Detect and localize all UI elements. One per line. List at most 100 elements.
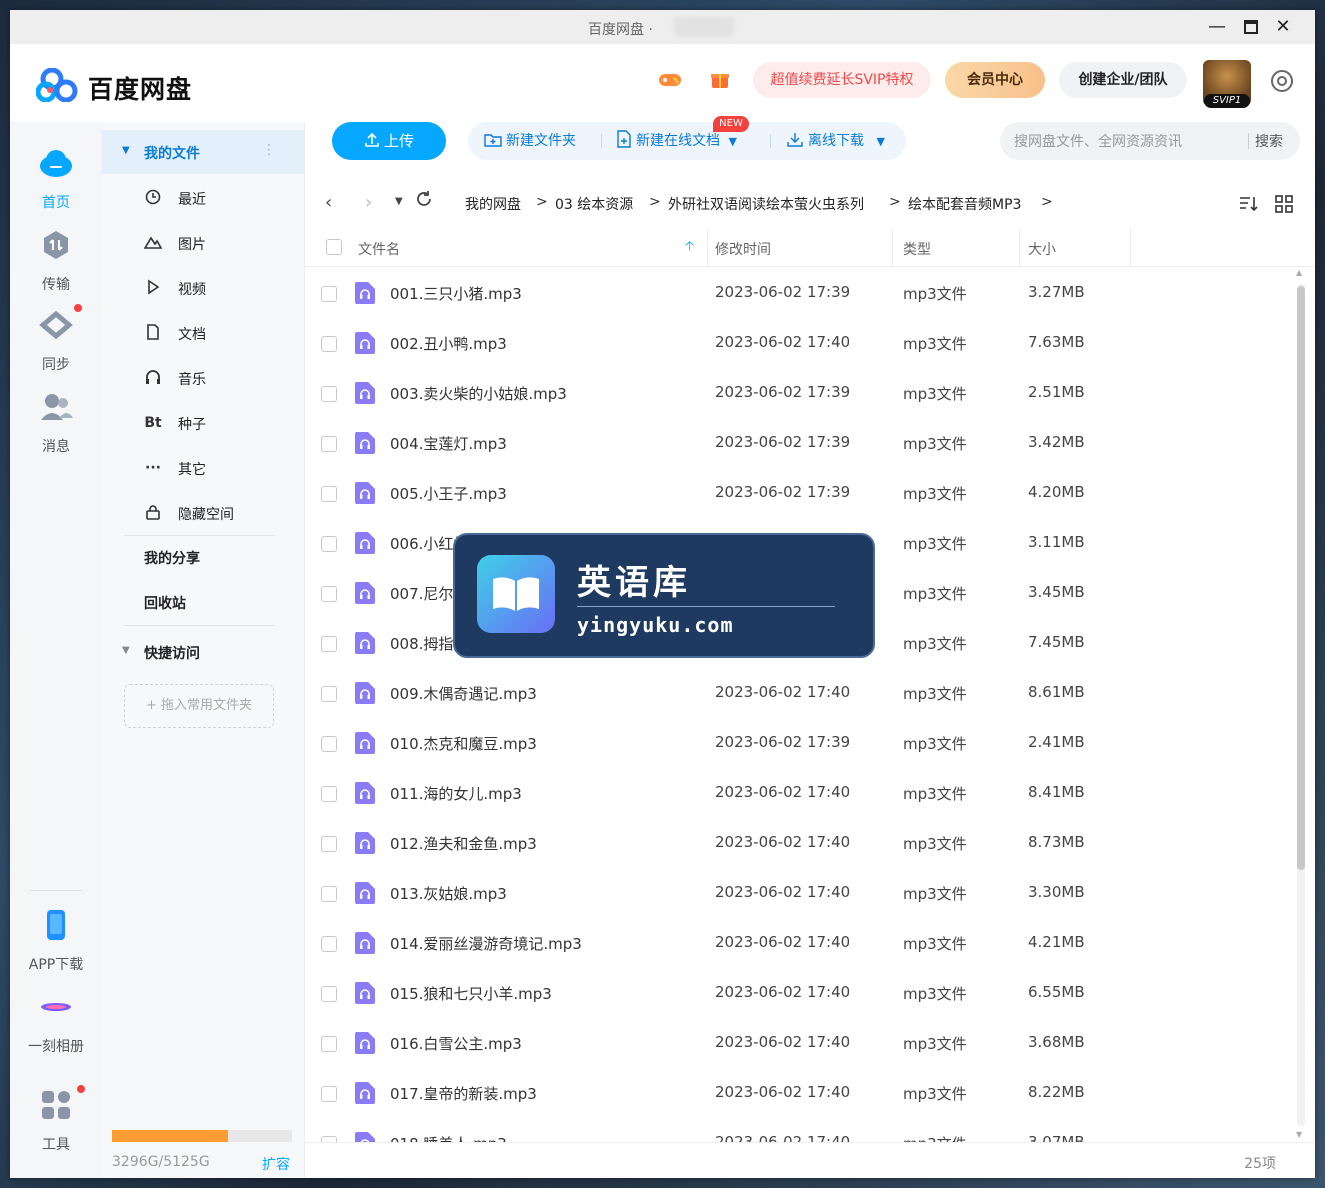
table-row[interactable]: 005.小王子.mp3 2023-06-02 17:39 mp3文件 4.20MB <box>305 468 1295 518</box>
nav-torrents[interactable]: Bt 种子 <box>102 401 304 445</box>
scroll-thumb[interactable] <box>1297 286 1305 870</box>
table-row[interactable]: 012.渔夫和金鱼.mp3 2023-06-02 17:40 mp3文件 8.73MB <box>305 818 1295 868</box>
game-controller-icon[interactable] <box>655 68 685 98</box>
file-name[interactable]: 003.卖火柴的小姑娘.mp3 <box>390 383 567 404</box>
row-checkbox[interactable] <box>321 636 337 652</box>
close-icon[interactable]: ✕ <box>1271 16 1295 38</box>
gift-icon[interactable] <box>705 68 735 98</box>
table-row[interactable]: 010.杰克和魔豆.mp3 2023-06-02 17:39 mp3文件 2.41MB <box>305 718 1295 768</box>
select-all-checkbox[interactable] <box>326 239 342 255</box>
row-checkbox[interactable] <box>321 786 337 802</box>
more-vertical-icon[interactable]: ⋮ <box>262 142 276 158</box>
forward-arrow-icon[interactable]: › <box>365 192 372 213</box>
table-row[interactable]: 003.卖火柴的小姑娘.mp3 2023-06-02 17:39 mp3文件 2.51… <box>305 368 1295 418</box>
avatar[interactable]: SVIP1 <box>1203 60 1251 108</box>
row-checkbox[interactable] <box>321 836 337 852</box>
search-input[interactable] <box>1012 131 1244 153</box>
row-checkbox[interactable] <box>321 686 337 702</box>
file-name[interactable]: 012.渔夫和金鱼.mp3 <box>390 833 537 854</box>
column-header-name[interactable]: 文件名 <box>358 239 400 259</box>
row-checkbox[interactable] <box>321 286 337 302</box>
table-row[interactable]: 011.海的女儿.mp3 2023-06-02 17:40 mp3文件 8.41MB <box>305 768 1295 818</box>
file-name[interactable]: 013.灰姑娘.mp3 <box>390 883 507 904</box>
file-name[interactable]: 011.海的女儿.mp3 <box>390 783 522 804</box>
add-favorite-folder-dropzone[interactable]: + 拖入常用文件夹 <box>124 684 274 728</box>
maximize-icon[interactable] <box>1239 16 1263 38</box>
search-button[interactable]: 搜索 <box>1255 131 1283 151</box>
settings-icon[interactable] <box>1269 68 1295 94</box>
create-enterprise-button[interactable]: 创建企业/团队 <box>1059 62 1187 98</box>
table-row[interactable]: 018.睡美人.mp3 2023-06-02 17:40 mp3文件 3.07MB <box>305 1118 1295 1142</box>
refresh-icon[interactable] <box>415 190 433 213</box>
svip-renew-button[interactable]: 超值续费延长SVIP特权 <box>753 62 931 98</box>
rail-item-app-download[interactable]: APP下载 <box>10 908 102 974</box>
row-checkbox[interactable] <box>321 436 337 452</box>
minimize-icon[interactable]: — <box>1205 16 1229 38</box>
breadcrumb-item[interactable]: 我的网盘 <box>465 194 521 214</box>
history-dropdown-icon[interactable]: ▼ <box>395 196 403 207</box>
rail-item-messages[interactable]: 消息 <box>10 390 102 456</box>
grid-view-icon[interactable] <box>1274 194 1294 214</box>
file-name[interactable]: 018.睡美人.mp3 <box>390 1133 507 1142</box>
nav-my-files[interactable]: ▼ 我的文件 ⋮ <box>102 130 304 174</box>
column-header-size[interactable]: 大小 <box>1028 239 1056 259</box>
nav-hidden-space[interactable]: 隐藏空间 <box>102 491 304 535</box>
table-row[interactable]: 015.狼和七只小羊.mp3 2023-06-02 17:40 mp3文件 6.55M… <box>305 968 1295 1018</box>
row-checkbox[interactable] <box>321 336 337 352</box>
rail-item-sync[interactable]: 同步 <box>10 308 102 374</box>
table-row[interactable]: 014.爱丽丝漫游奇境记.mp3 2023-06-02 17:40 mp3文件 4.2… <box>305 918 1295 968</box>
column-header-modified[interactable]: 修改时间 <box>715 239 771 259</box>
upload-button[interactable]: 上传 <box>332 122 446 160</box>
file-name[interactable]: 005.小王子.mp3 <box>390 483 507 504</box>
scroll-down-icon[interactable]: ▼ <box>1296 1130 1302 1139</box>
offline-download-button[interactable]: 离线下载 ▼ <box>786 122 885 160</box>
rail-item-album[interactable]: 一刻相册 <box>10 990 102 1056</box>
table-row[interactable]: 013.灰姑娘.mp3 2023-06-02 17:40 mp3文件 3.30MB <box>305 868 1295 918</box>
file-name[interactable]: 017.皇帝的新装.mp3 <box>390 1083 537 1104</box>
row-checkbox[interactable] <box>321 486 337 502</box>
column-header-type[interactable]: 类型 <box>903 239 931 259</box>
breadcrumb-item[interactable]: 03 绘本资源 <box>555 194 633 214</box>
breadcrumb-item-current[interactable]: 绘本配套音频MP3 <box>908 194 1021 214</box>
nav-documents[interactable]: 文档 <box>102 311 304 355</box>
row-checkbox[interactable] <box>321 936 337 952</box>
nav-recycle-bin[interactable]: 回收站 <box>102 580 304 624</box>
table-row[interactable]: 001.三只小猪.mp3 2023-06-02 17:39 mp3文件 3.27MB <box>305 268 1295 318</box>
rail-item-transfer[interactable]: 传输 <box>10 228 102 294</box>
vertical-scrollbar[interactable]: ▲ ▼ <box>1294 268 1308 1142</box>
row-checkbox[interactable] <box>321 986 337 1002</box>
file-name[interactable]: 001.三只小猪.mp3 <box>390 283 522 304</box>
row-checkbox[interactable] <box>321 736 337 752</box>
nav-my-share[interactable]: 我的分享 <box>102 535 304 579</box>
file-name[interactable]: 010.杰克和魔豆.mp3 <box>390 733 537 754</box>
scroll-up-icon[interactable]: ▲ <box>1296 268 1302 277</box>
table-row[interactable]: 004.宝莲灯.mp3 2023-06-02 17:39 mp3文件 3.42MB <box>305 418 1295 468</box>
nav-videos[interactable]: 视频 <box>102 266 304 310</box>
file-name[interactable]: 009.木偶奇遇记.mp3 <box>390 683 537 704</box>
file-name[interactable]: 002.丑小鸭.mp3 <box>390 333 507 354</box>
nav-others[interactable]: ··· 其它 <box>102 446 304 490</box>
table-row[interactable]: 016.白雪公主.mp3 2023-06-02 17:40 mp3文件 3.68MB <box>305 1018 1295 1068</box>
nav-recent[interactable]: 最近 <box>102 176 304 220</box>
row-checkbox[interactable] <box>321 886 337 902</box>
sort-ascending-icon[interactable]: 🡡 <box>685 237 694 259</box>
table-row[interactable]: 002.丑小鸭.mp3 2023-06-02 17:40 mp3文件 7.63MB <box>305 318 1295 368</box>
table-row[interactable]: 017.皇帝的新装.mp3 2023-06-02 17:40 mp3文件 8.22MB <box>305 1068 1295 1118</box>
nav-images[interactable]: 图片 <box>102 221 304 265</box>
rail-item-tools[interactable]: 工具 <box>10 1088 102 1154</box>
file-name[interactable]: 015.狼和七只小羊.mp3 <box>390 983 552 1004</box>
table-row[interactable]: 009.木偶奇遇记.mp3 2023-06-02 17:40 mp3文件 8.61MB <box>305 668 1295 718</box>
breadcrumb-item[interactable]: 外研社双语阅读绘本萤火虫系列 <box>668 194 864 214</box>
nav-music[interactable]: 音乐 <box>102 356 304 400</box>
row-checkbox[interactable] <box>321 1036 337 1052</box>
vip-center-button[interactable]: 会员中心 <box>945 62 1045 98</box>
expand-storage-link[interactable]: 扩容 <box>262 1154 290 1174</box>
new-folder-button[interactable]: 新建文件夹 <box>484 122 576 160</box>
row-checkbox[interactable] <box>321 586 337 602</box>
row-checkbox[interactable] <box>321 386 337 402</box>
row-checkbox[interactable] <box>321 536 337 552</box>
back-arrow-icon[interactable]: ‹ <box>325 192 332 213</box>
rail-item-home[interactable]: 首页 <box>10 146 102 212</box>
sort-icon[interactable] <box>1238 194 1258 214</box>
nav-quick-access[interactable]: ▼ 快捷访问 <box>102 630 304 674</box>
